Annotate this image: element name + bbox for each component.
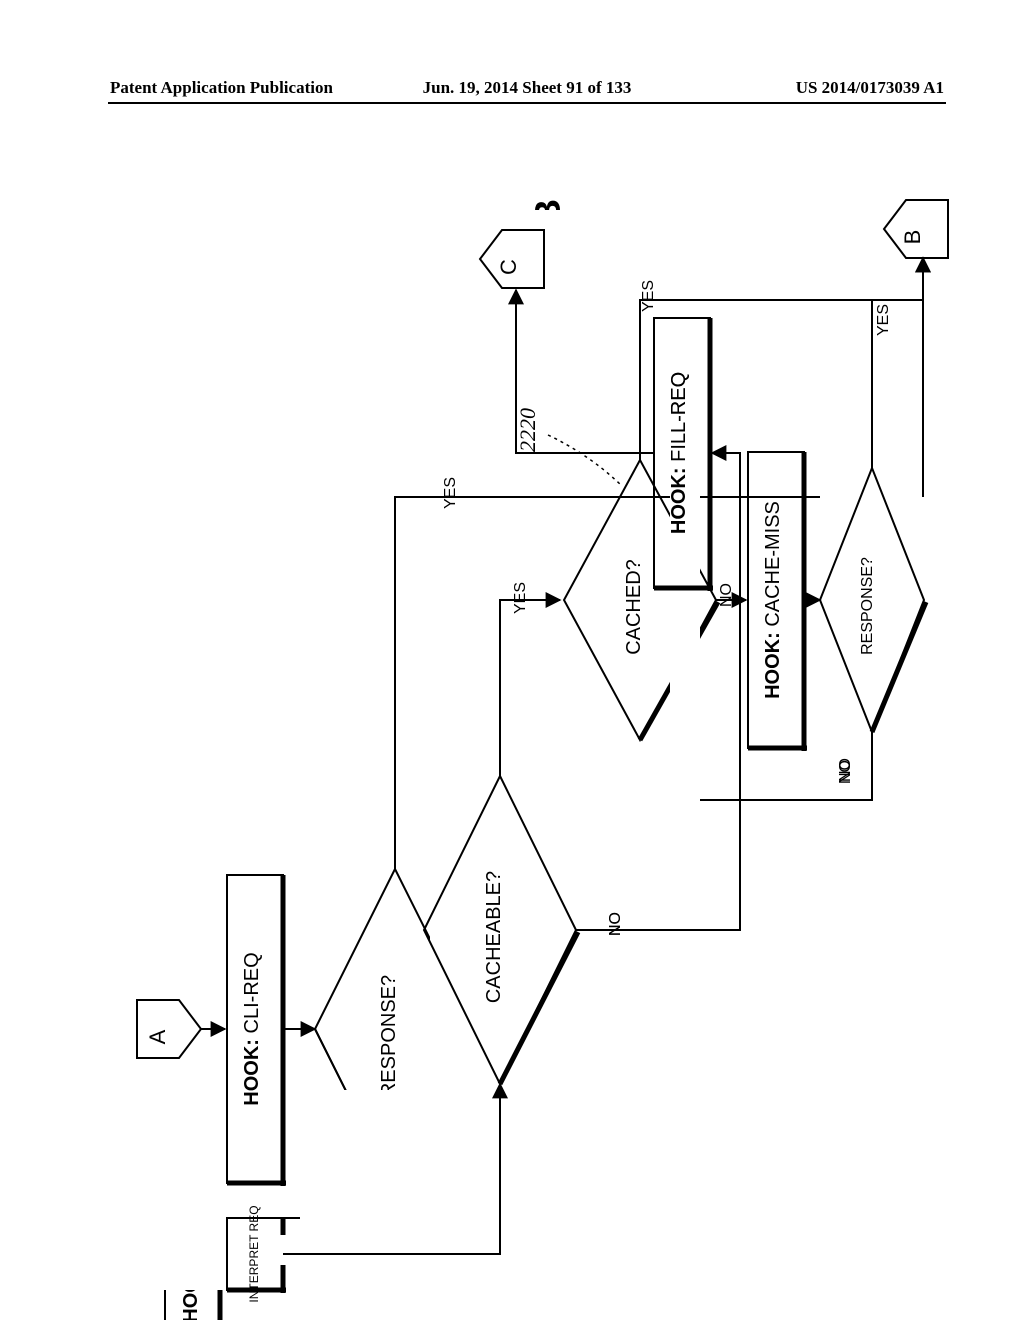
svg-text:HOOK: FILL-REQ: HOOK: FILL-REQ <box>668 372 690 534</box>
svg-text:NO: NO <box>607 912 624 936</box>
svg-text:YES: YES <box>640 280 657 312</box>
svg-text:CACHEABLE?: CACHEABLE? <box>483 871 505 1003</box>
svg-text:YES: YES <box>442 477 459 509</box>
svg-text:HOOK: CACHE-MISS: HOOK: CACHE-MISS <box>762 501 784 699</box>
flowchart: .thin { stroke:#000; stroke-width:2; fil… <box>0 0 1024 1320</box>
svg-text:C: C <box>496 259 521 275</box>
svg-text:YES: YES <box>875 304 892 336</box>
page: Patent Application Publication Jun. 19, … <box>0 0 1024 1320</box>
svg-text:NO: NO <box>718 583 735 607</box>
svg-text:NO: NO <box>837 760 854 784</box>
svg-text:RESPONSE?: RESPONSE? <box>859 557 876 655</box>
svg-text:A: A <box>145 1029 170 1044</box>
svg-text:2220: 2220 <box>515 408 540 452</box>
svg-text:HOOK: CLI-REQ: HOOK: CLI-REQ <box>241 952 263 1105</box>
svg-text:B: B <box>900 230 925 245</box>
svg-text:RESPONSE?: RESPONSE? <box>378 975 400 1097</box>
svg-text:CACHED?: CACHED? <box>623 559 645 655</box>
svg-text:INTERPRET REQ: INTERPRET REQ <box>247 1205 261 1302</box>
svg-text:YES: YES <box>512 582 529 614</box>
